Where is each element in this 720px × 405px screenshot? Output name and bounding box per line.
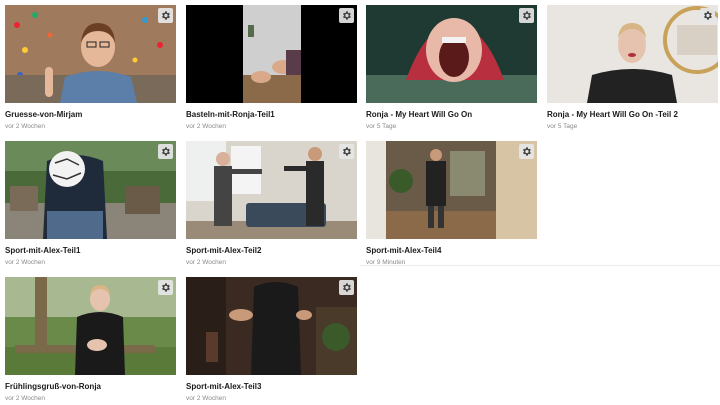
video-age: vor 2 Wochen [5,123,45,130]
video-age: vor 2 Wochen [5,259,45,266]
video-card[interactable]: Ronja - My Heart Will Go On -Teil 2 vor … [547,5,718,130]
video-title[interactable]: Frühlingsgruß-von-Ronja [5,382,176,391]
video-thumbnail[interactable] [366,5,537,103]
video-card[interactable]: Gruesse-von-Mirjam vor 2 Wochen [5,5,176,130]
thumbnail-image [366,141,537,239]
gear-icon[interactable] [158,144,173,159]
video-age: vor 2 Wochen [5,395,45,402]
video-title[interactable]: Basteln-mit-Ronja-Teil1 [186,110,357,119]
video-thumbnail[interactable] [366,141,537,239]
thumbnail-image [186,141,357,239]
video-card[interactable]: Sport-mit-Alex-Teil3 vor 2 Wochen [186,277,357,402]
video-thumbnail[interactable] [186,5,357,103]
video-title[interactable]: Ronja - My Heart Will Go On [366,110,537,119]
video-age: vor 2 Wochen [186,123,226,130]
gear-icon[interactable] [339,280,354,295]
video-card[interactable]: Sport-mit-Alex-Teil2 vor 2 Wochen [186,141,357,266]
thumbnail-image [366,5,537,103]
video-title[interactable]: Ronja - My Heart Will Go On -Teil 2 [547,110,718,119]
gear-icon[interactable] [158,8,173,23]
video-card[interactable]: Frühlingsgruß-von-Ronja vor 2 Wochen [5,277,176,402]
thumbnail-image [5,277,176,375]
video-title[interactable]: Sport-mit-Alex-Teil4 [366,246,537,255]
video-thumbnail[interactable] [5,141,176,239]
video-card[interactable]: Basteln-mit-Ronja-Teil1 vor 2 Wochen [186,5,357,130]
video-thumbnail[interactable] [186,277,357,375]
video-thumbnail[interactable] [186,141,357,239]
divider [360,265,720,266]
video-age: vor 2 Wochen [186,395,226,402]
video-age: vor 5 Tage [366,123,397,130]
video-title[interactable]: Gruesse-von-Mirjam [5,110,176,119]
thumbnail-image [547,5,718,103]
gear-icon[interactable] [339,8,354,23]
video-title[interactable]: Sport-mit-Alex-Teil3 [186,382,357,391]
video-thumbnail[interactable] [5,277,176,375]
gear-icon[interactable] [158,280,173,295]
gear-icon[interactable] [339,144,354,159]
thumbnail-image [186,277,357,375]
video-card[interactable]: Ronja - My Heart Will Go On vor 5 Tage [366,5,537,130]
video-age: vor 5 Tage [547,123,578,130]
gear-icon[interactable] [700,8,715,23]
video-thumbnail[interactable] [547,5,718,103]
thumbnail-image [186,5,357,103]
gear-icon[interactable] [519,144,534,159]
video-title[interactable]: Sport-mit-Alex-Teil1 [5,246,176,255]
video-age: vor 2 Wochen [186,259,226,266]
thumbnail-image [5,141,176,239]
video-card[interactable]: Sport-mit-Alex-Teil4 vor 9 Minuten [366,141,537,266]
thumbnail-image [5,5,176,103]
video-grid: Gruesse-von-Mirjam vor 2 Wochen Basteln-… [0,0,720,405]
gear-icon[interactable] [519,8,534,23]
video-thumbnail[interactable] [5,5,176,103]
video-title[interactable]: Sport-mit-Alex-Teil2 [186,246,357,255]
video-card[interactable]: Sport-mit-Alex-Teil1 vor 2 Wochen [5,141,176,266]
